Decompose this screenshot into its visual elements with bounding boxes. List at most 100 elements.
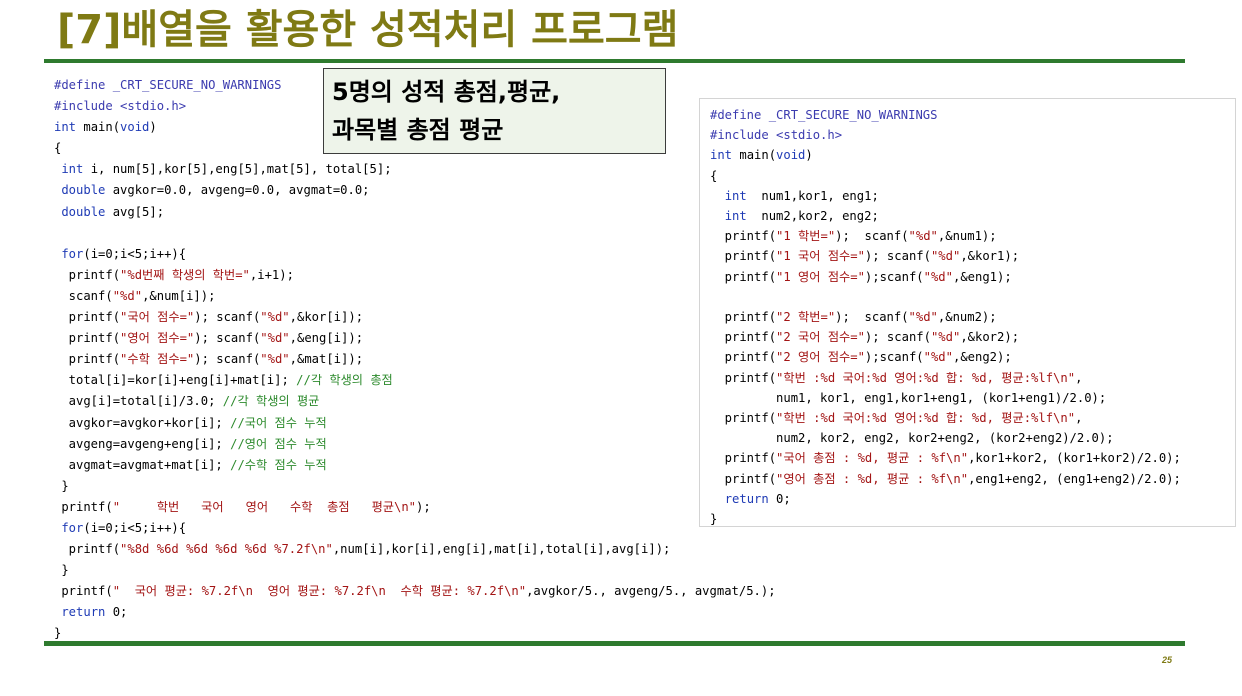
code-text: );scanf( xyxy=(864,269,924,284)
code-string: "1 국어 점수=" xyxy=(776,249,865,264)
code-text: } xyxy=(54,563,69,578)
code-text: ,eng1+eng2, (eng1+eng2)/2.0); xyxy=(968,471,1181,486)
code-string: "2 국어 점수=" xyxy=(776,330,865,345)
code-text: } xyxy=(54,626,62,641)
code-text: 0; xyxy=(105,605,128,620)
code-text: main( xyxy=(732,148,777,163)
code-text: printf( xyxy=(710,471,777,486)
code-string: "국어 총점 : %d, 평균 : %f\n" xyxy=(776,451,969,466)
right-code-line: num1, kor1, eng1,kor1+eng1, (kor1+eng1)/… xyxy=(710,388,1181,408)
code-text: } xyxy=(710,512,718,527)
left-code-line: printf("국어 점수="); scanf("%d",&kor[i]); xyxy=(54,307,776,328)
code-string: "%d" xyxy=(112,288,143,303)
slide-title: [7]배열을 활용한 성적처리 프로그램 xyxy=(57,7,679,53)
right-code-line: int main(void) xyxy=(710,145,1181,165)
code-text: , xyxy=(1075,411,1083,426)
code-text: (i=0;i<5;i++){ xyxy=(83,520,187,535)
code-string: "1 학번=" xyxy=(776,229,836,244)
left-code-line: } xyxy=(54,476,776,497)
code-text: ); scanf( xyxy=(835,229,909,244)
code-text: } xyxy=(54,478,69,493)
code-text: printf( xyxy=(710,330,777,345)
code-comment: //국어 점수 누적 xyxy=(230,415,327,430)
code-text: ,&eng1); xyxy=(952,269,1012,284)
code-text: ,avgkor/5., avgeng/5., avgmat/5.); xyxy=(526,584,776,599)
code-text: ); scanf( xyxy=(864,330,931,345)
left-code-line: int i, num[5],kor[5],eng[5],mat[5], tota… xyxy=(54,159,776,180)
right-code-line: { xyxy=(710,166,1181,186)
code-text: avgkor=avgkor+kor[i]; xyxy=(54,415,231,430)
code-text: ) xyxy=(805,148,813,163)
right-code-line: int num2,kor2, eng2; xyxy=(710,206,1181,226)
code-text: ,kor1+kor2, (kor1+kor2)/2.0); xyxy=(968,451,1181,466)
code-preprocessor: #include <stdio.h> xyxy=(710,128,843,143)
code-text: ,num[i],kor[i],eng[i],mat[i],total[i],av… xyxy=(332,542,671,557)
right-code-line: #include <stdio.h> xyxy=(710,125,1181,145)
code-text: printf( xyxy=(710,411,777,426)
code-text: printf( xyxy=(710,451,777,466)
code-text: ); scanf( xyxy=(194,310,261,325)
code-string: "%8d %6d %6d %6d %6d %7.2f\n" xyxy=(120,542,333,557)
code-comment: //영어 점수 누적 xyxy=(230,436,327,451)
code-text: printf( xyxy=(710,269,777,284)
code-string: " 국어 평균: %7.2f\n 영어 평균: %7.2f\n 수학 평균: %… xyxy=(112,584,527,599)
code-text: printf( xyxy=(54,542,121,557)
code-string: "1 영어 점수=" xyxy=(776,269,865,284)
code-keyword: void xyxy=(776,148,806,163)
code-text: scanf( xyxy=(54,288,113,303)
left-code-line: printf(" 학번 국어 영어 수학 총점 평균\n"); xyxy=(54,497,776,518)
right-code-line: printf("1 학번="); scanf("%d",&num1); xyxy=(710,226,1181,246)
code-text: num1, kor1, eng1,kor1+eng1, (kor1+eng1)/… xyxy=(710,390,1107,405)
code-keyword: int xyxy=(724,209,747,224)
right-code-line: printf("1 국어 점수="); scanf("%d",&kor1); xyxy=(710,246,1181,266)
left-code-line: avg[i]=total[i]/3.0; //각 학생의 평균 xyxy=(54,391,776,412)
code-string: "학번 :%d 국어:%d 영어:%d 합: %d, 평균:%lf\n" xyxy=(776,411,1076,426)
right-code-line: printf("학번 :%d 국어:%d 영어:%d 합: %d, 평균:%lf… xyxy=(710,368,1181,388)
right-code-line: printf("2 학번="); scanf("%d",&num2); xyxy=(710,307,1181,327)
code-text: printf( xyxy=(710,350,777,365)
right-code-line: } xyxy=(710,509,1181,529)
code-text: ,&eng[i]); xyxy=(289,331,364,346)
left-code-block: #define _CRT_SECURE_NO_WARNINGS #include … xyxy=(54,75,776,645)
code-text: ); scanf( xyxy=(835,310,909,325)
code-text: );scanf( xyxy=(864,350,924,365)
code-keyword: double xyxy=(61,183,106,198)
code-text: ) xyxy=(149,120,157,135)
code-keyword: return xyxy=(724,491,769,506)
code-string: "수학 점수=" xyxy=(120,352,195,367)
code-text: avgeng=avgeng+eng[i]; xyxy=(54,436,231,451)
left-code-line: scanf("%d",&num[i]); xyxy=(54,286,776,307)
right-code-line: printf("학번 :%d 국어:%d 영어:%d 합: %d, 평균:%lf… xyxy=(710,408,1181,428)
left-code-line: printf("영어 점수="); scanf("%d",&eng[i]); xyxy=(54,328,776,349)
callout-box: 5명의 성적 총점,평균, 과목별 총점 평균 xyxy=(323,68,666,154)
code-text: ,&mat[i]); xyxy=(289,352,364,367)
left-code-line: double avgkor=0.0, avgeng=0.0, avgmat=0.… xyxy=(54,180,776,201)
page-number: 25 xyxy=(1162,655,1173,665)
code-text: total[i]=kor[i]+eng[i]+mat[i]; xyxy=(54,373,297,388)
callout-line-1: 5명의 성적 총점,평균, xyxy=(332,78,561,106)
code-string: "2 학번=" xyxy=(776,310,836,325)
code-text: ,&kor1); xyxy=(960,249,1020,264)
code-text: printf( xyxy=(54,352,121,367)
title-underline xyxy=(44,59,1185,63)
code-text: printf( xyxy=(54,584,113,599)
code-keyword: return xyxy=(61,605,106,620)
code-text: printf( xyxy=(54,310,121,325)
code-string: "%d" xyxy=(260,310,290,325)
right-code-line: printf("2 영어 점수=");scanf("%d",&eng2); xyxy=(710,347,1181,367)
callout-line-2: 과목별 총점 평균 xyxy=(332,116,504,144)
code-preprocessor: #define _CRT_SECURE_NO_WARNINGS xyxy=(710,108,938,122)
code-text: ,&kor2); xyxy=(960,330,1020,345)
code-string: "%d" xyxy=(260,352,290,367)
code-text: printf( xyxy=(54,499,113,514)
code-text: printf( xyxy=(54,267,121,282)
code-text: (i=0;i<5;i++){ xyxy=(83,246,187,261)
left-code-line: return 0; xyxy=(54,602,776,623)
code-text: printf( xyxy=(710,229,777,244)
code-text: ,&num2); xyxy=(937,310,997,325)
code-string: "영어 점수=" xyxy=(120,331,195,346)
right-code-line: printf("2 국어 점수="); scanf("%d",&kor2); xyxy=(710,327,1181,347)
left-code-line: avgmat=avgmat+mat[i]; //수학 점수 누적 xyxy=(54,455,776,476)
code-comment: //수학 점수 누적 xyxy=(230,457,327,472)
